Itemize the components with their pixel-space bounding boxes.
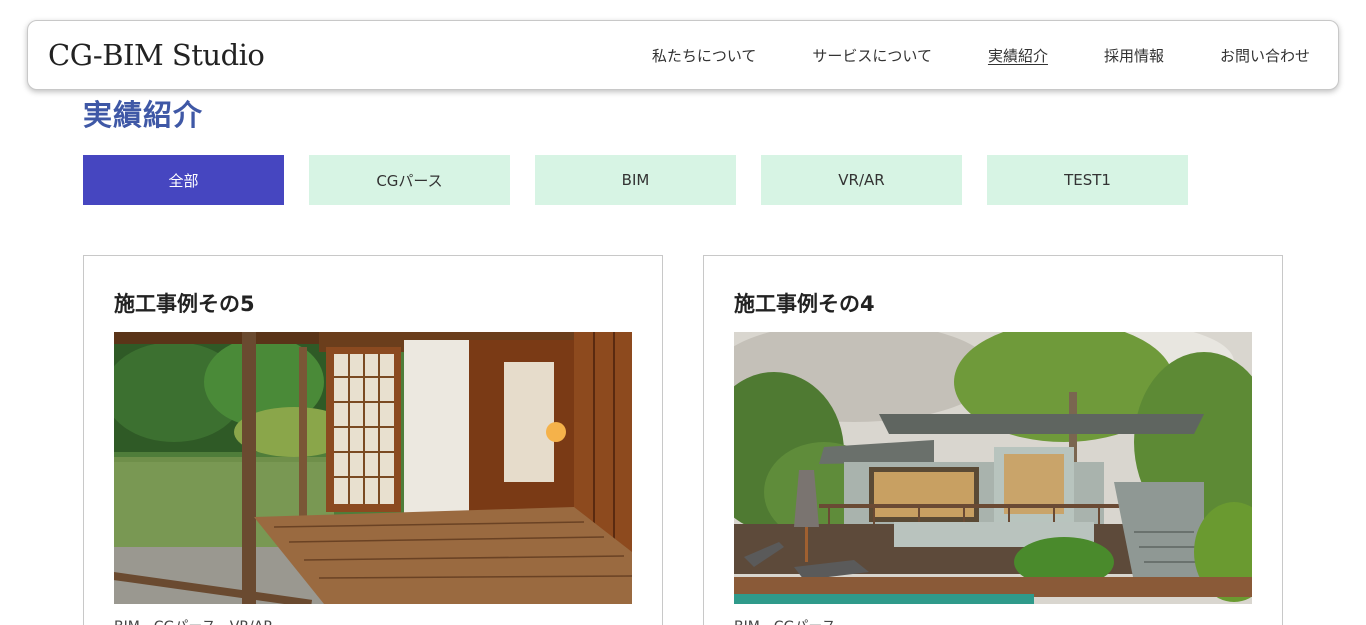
nav-contact[interactable]: お問い合わせ <box>1220 45 1310 66</box>
site-header: CG-BIM Studio 私たちについて サービスについて 実績紹介 採用情報… <box>27 20 1339 90</box>
japanese-tea-house-photo[interactable] <box>114 332 632 604</box>
category-filters: 全部 CGパース BIM VR/AR TEST1 <box>83 155 1188 205</box>
filter-cg-perspective-button[interactable]: CGパース <box>309 155 510 205</box>
work-card[interactable]: 施工事例その5 <box>83 255 663 625</box>
nav-services[interactable]: サービスについて <box>812 45 932 66</box>
modern-villa-photo[interactable] <box>734 332 1252 604</box>
card-title[interactable]: 施工事例その5 <box>114 288 255 318</box>
nav-about[interactable]: 私たちについて <box>652 45 757 66</box>
filter-all-button[interactable]: 全部 <box>83 155 284 205</box>
nav-works[interactable]: 実績紹介 <box>988 45 1048 66</box>
filter-test1-button[interactable]: TEST1 <box>987 155 1188 205</box>
page-title: 実績紹介 <box>83 98 204 132</box>
main-nav: 私たちについて サービスについて 実績紹介 採用情報 お問い合わせ <box>652 45 1310 66</box>
work-card[interactable]: 施工事例その4 <box>703 255 1283 625</box>
card-title[interactable]: 施工事例その4 <box>734 288 875 318</box>
card-tags: BIM、CGパース <box>734 616 836 625</box>
nav-recruit[interactable]: 採用情報 <box>1104 45 1164 66</box>
filter-bim-button[interactable]: BIM <box>535 155 736 205</box>
site-logo[interactable]: CG-BIM Studio <box>48 38 265 72</box>
card-tags: BIM、CGパース、VR/AR <box>114 616 273 625</box>
filter-vr-ar-button[interactable]: VR/AR <box>761 155 962 205</box>
